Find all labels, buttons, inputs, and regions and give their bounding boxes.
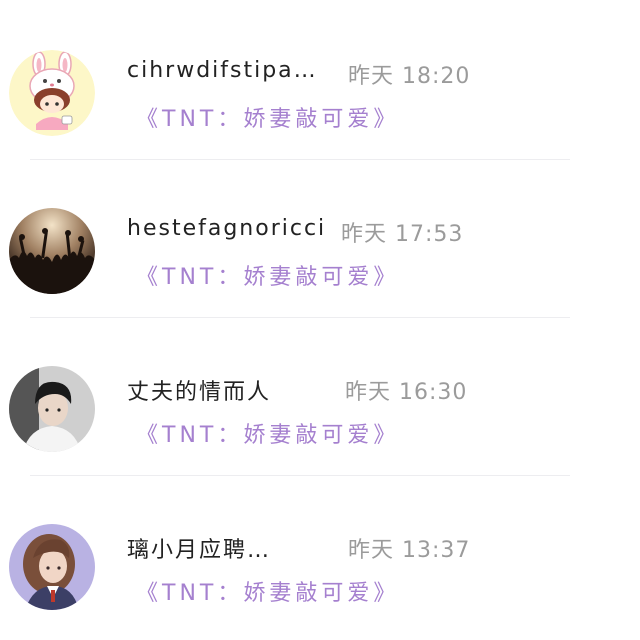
cartoon-bunny-avatar-image (9, 50, 95, 136)
contact-name: hestefagnoricci (127, 216, 327, 241)
message-preview: 《TNT：娇妻敲可爱》 (136, 265, 400, 290)
cartoon-bunny-avatar[interactable] (9, 50, 95, 136)
conversation-row[interactable]: 璃小月应聘… 昨天 13:37 《TNT：娇妻敲可爱》 (0, 474, 640, 634)
contact-name: cihrwdifstipa… (127, 58, 318, 83)
contact-name: 丈夫的情而人 (127, 380, 272, 405)
message-time: 昨天 16:30 (345, 380, 468, 405)
boy-portrait-avatar[interactable] (9, 366, 95, 452)
conversation-list: cihrwdifstipa… 昨天 18:20 《TNT：娇妻敲可爱》 hest… (0, 0, 640, 640)
conversation-row[interactable]: hestefagnoricci 昨天 17:53 《TNT：娇妻敲可爱》 (0, 158, 640, 318)
message-time: 昨天 18:20 (348, 64, 471, 89)
illustrated-girl-avatar[interactable] (9, 524, 95, 610)
message-preview: 《TNT：娇妻敲可爱》 (136, 581, 400, 606)
message-preview: 《TNT：娇妻敲可爱》 (136, 423, 400, 448)
message-time: 昨天 13:37 (348, 538, 471, 563)
conversation-row[interactable]: 丈夫的情而人 昨天 16:30 《TNT：娇妻敲可爱》 (0, 316, 640, 476)
contact-name: 璃小月应聘… (127, 538, 272, 563)
message-preview: 《TNT：娇妻敲可爱》 (136, 107, 400, 132)
conversation-row[interactable]: cihrwdifstipa… 昨天 18:20 《TNT：娇妻敲可爱》 (0, 0, 640, 160)
illustrated-girl-avatar-image (9, 524, 95, 610)
concert-crowd-avatar[interactable] (9, 208, 95, 294)
concert-crowd-avatar-image (9, 208, 95, 294)
boy-portrait-avatar-image (9, 366, 95, 452)
message-time: 昨天 17:53 (341, 222, 464, 247)
